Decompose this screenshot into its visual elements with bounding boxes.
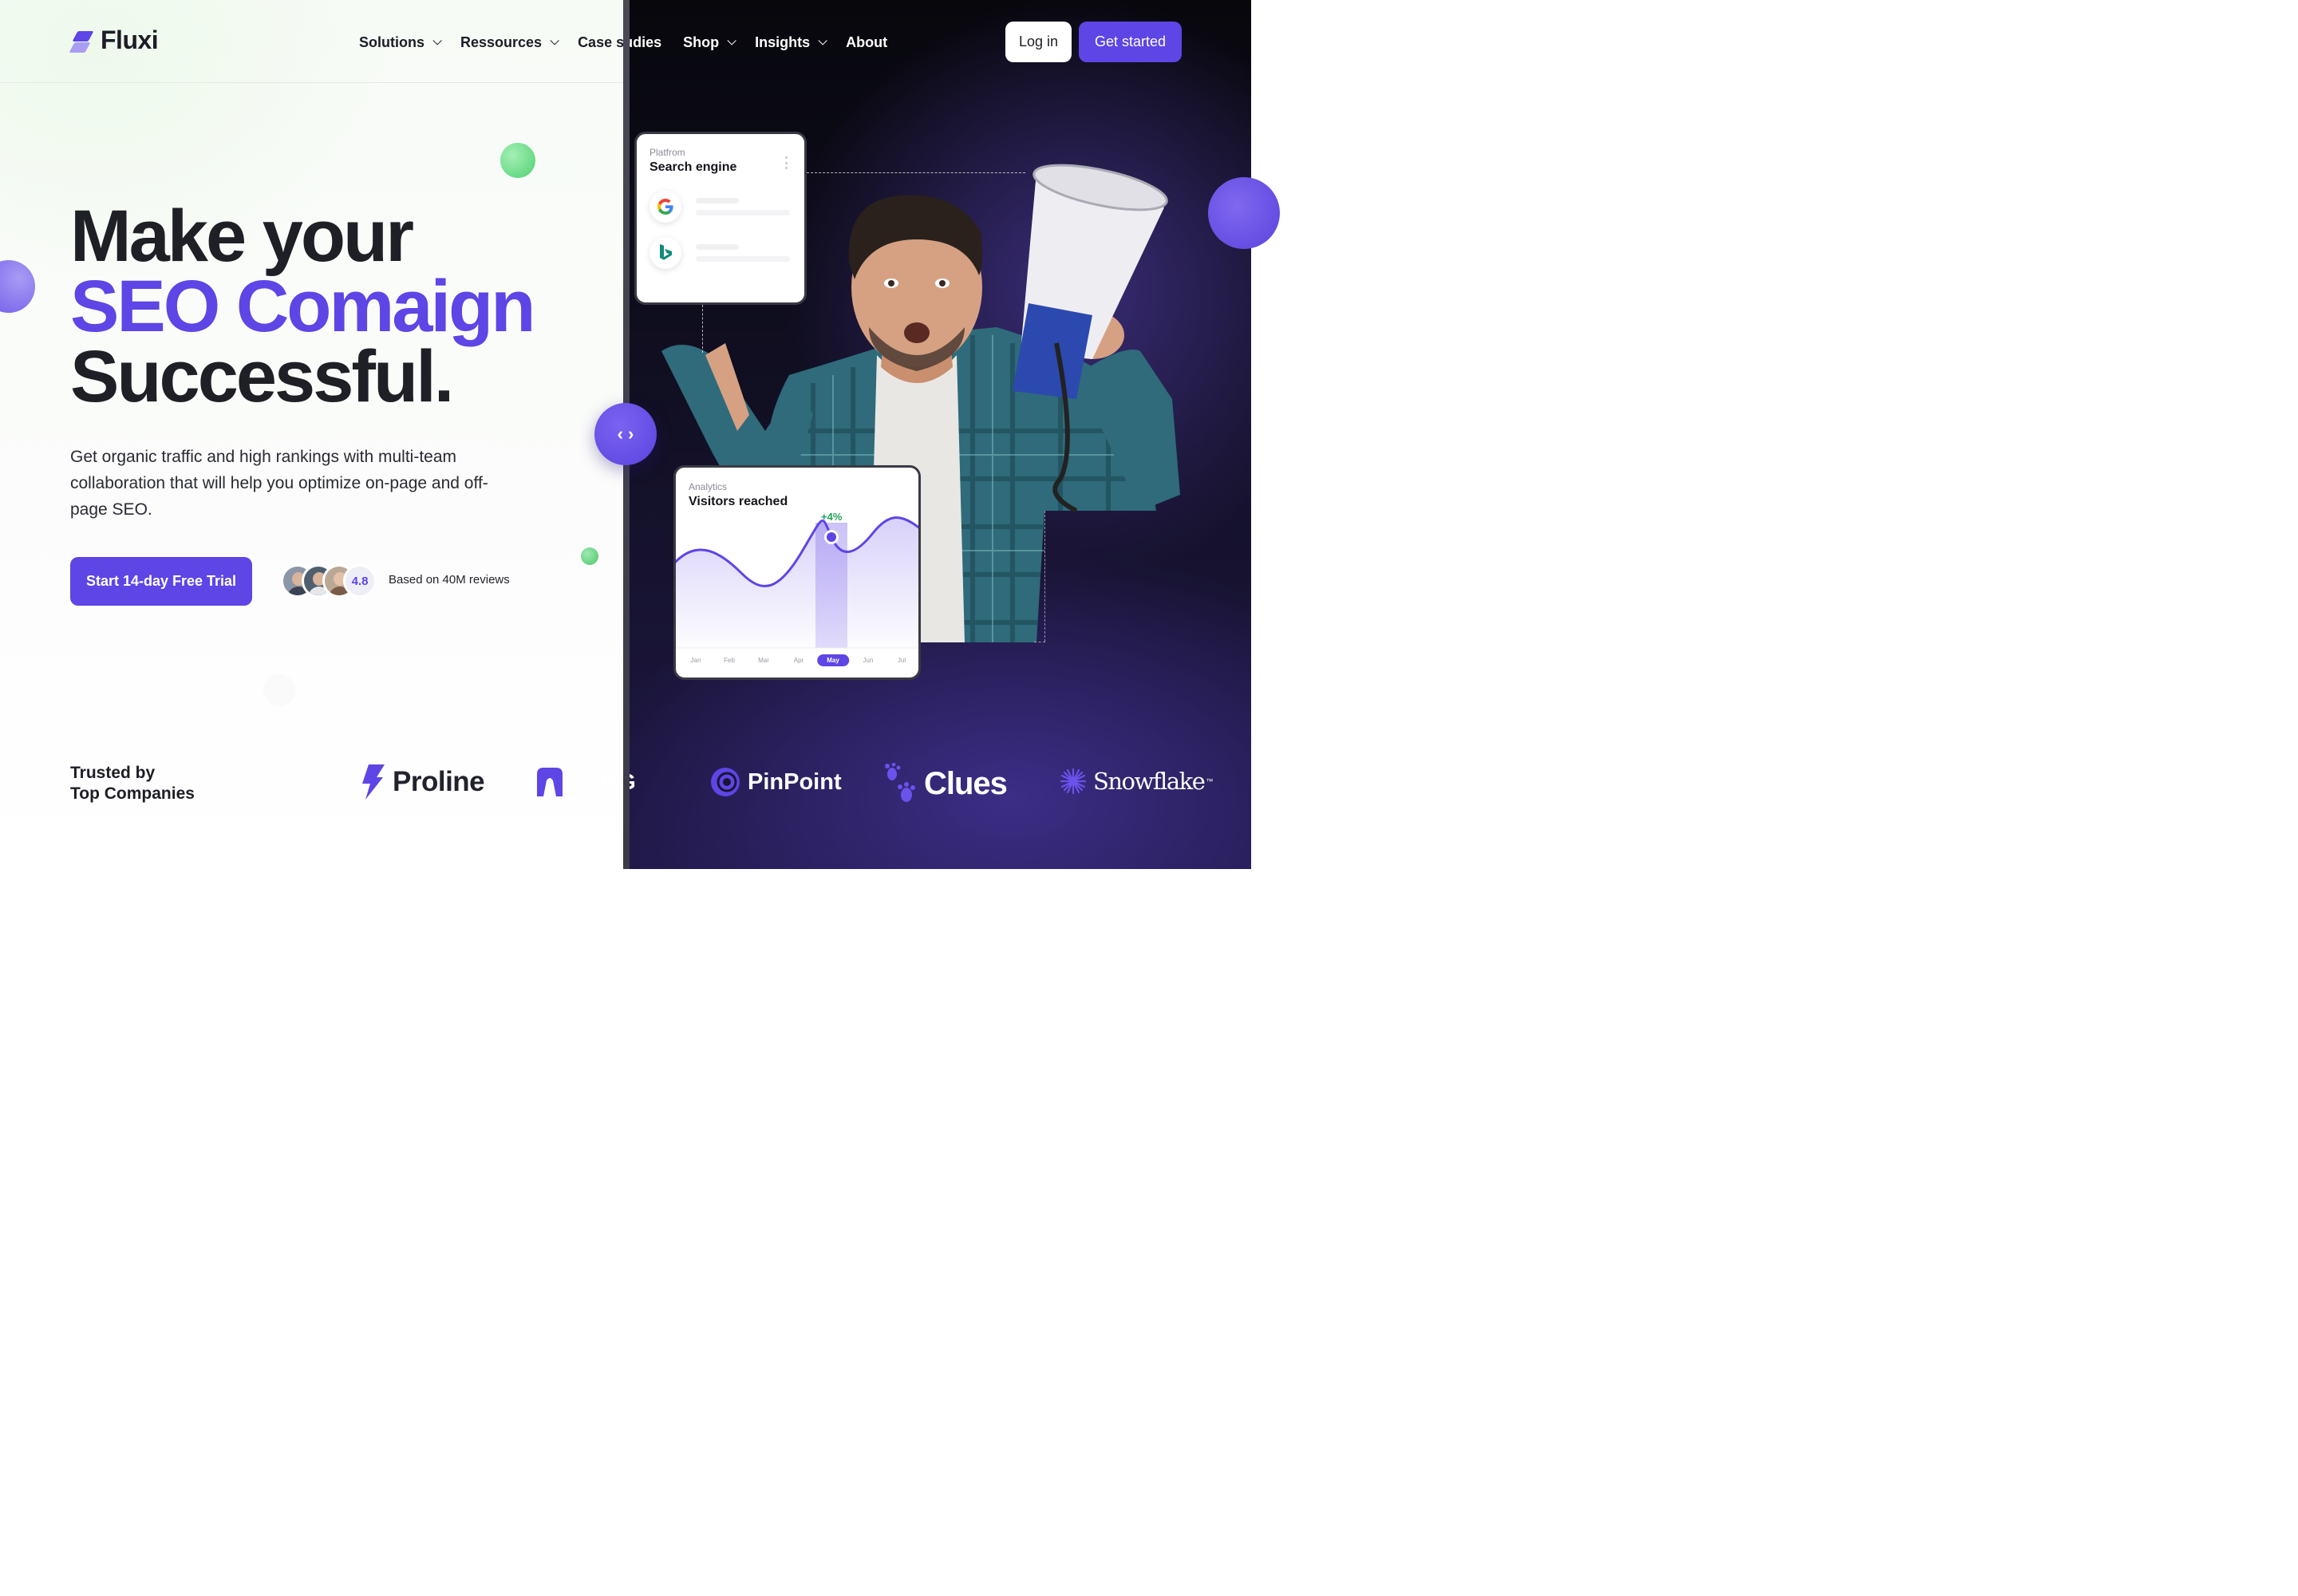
chevron-down-icon [432, 36, 442, 45]
visitors-line-chart [676, 516, 918, 649]
company-name: Proline [393, 766, 485, 797]
brand-name: Fluxi [101, 26, 159, 54]
code-brackets-icon: ‹ › [617, 424, 634, 444]
growth-label: +4% [821, 511, 843, 523]
placeholder-lines [696, 198, 790, 215]
decor-green-dot-small [581, 547, 598, 565]
get-started-button[interactable]: Get started [1079, 22, 1182, 62]
decor-green-dot [500, 143, 535, 178]
headline-line-1: Make your [70, 196, 414, 277]
nav-solutions-label: Solutions [359, 34, 424, 50]
light-theme-panel [0, 0, 623, 869]
connector-line [807, 172, 1025, 173]
rating-badge: 4.8 [343, 564, 377, 598]
bing-icon [650, 237, 681, 269]
headline-line-3: Successful. [70, 336, 454, 417]
reviews-count: Based on 40M reviews [389, 573, 510, 587]
card-label: Platfrom [650, 147, 685, 158]
nav-insights-label: Insights [755, 34, 811, 50]
more-vertical-icon[interactable] [785, 156, 788, 169]
month-tick[interactable]: Jan [691, 657, 701, 664]
connector-line [702, 305, 703, 353]
chevron-down-icon [550, 36, 559, 45]
proline-logo-icon [362, 764, 385, 800]
trusted-line-1: Trusted by [70, 764, 156, 782]
chevron-down-icon [727, 36, 736, 45]
connector-line [1044, 511, 1045, 642]
org-logo-icon [537, 768, 563, 796]
month-tick[interactable]: Apr [794, 657, 804, 664]
nav-case-studies-label: Case s [578, 34, 625, 50]
company-logo-pinpoint: PinPoint [709, 766, 842, 798]
main-nav: Solutions Ressources Case s udies Shop In… [359, 32, 909, 53]
reviewer-avatars: 4.8 [281, 564, 377, 598]
decor-purple-dot-right [1208, 177, 1280, 249]
trademark-symbol: ™ [1206, 777, 1214, 785]
company-logo-clues: Clues [884, 763, 1008, 804]
login-button[interactable]: Log in [1005, 22, 1072, 62]
hero-headline: Make your SEO Comaign Successful. [70, 196, 535, 417]
pinpoint-logo-icon [711, 768, 740, 796]
company-logo-snowflake: Snowflake ™ [1060, 768, 1213, 795]
company-logo-proline: Proline [359, 764, 485, 800]
nav-about[interactable]: About [846, 32, 887, 53]
month-tick-active[interactable]: May [817, 654, 849, 666]
nav-case-studies[interactable]: Case s udies [578, 32, 661, 53]
month-axis: Jan Feb Mar Apr May Jun Jul [676, 654, 918, 668]
decor-circle [263, 674, 295, 706]
chevron-down-icon [818, 36, 827, 45]
headline-line-2: SEO Comaign [70, 266, 535, 347]
engine-row-bing [650, 237, 792, 269]
search-engine-card: Platfrom Search engine [634, 132, 807, 305]
trusted-line-2: Top Companies [70, 784, 195, 803]
nav-ressources-label: Ressources [460, 34, 543, 50]
company-logo-org: ORG [534, 766, 637, 798]
company-name-light: RG [601, 769, 637, 794]
month-tick[interactable]: Feb [724, 657, 735, 664]
trusted-by-heading: Trusted by Top Companies [70, 763, 195, 804]
header-divider [0, 82, 623, 83]
nav-case-studies-label-light: udies [624, 34, 662, 50]
nav-shop-label: Shop [683, 34, 720, 50]
nav-about-label: About [846, 34, 888, 50]
month-tick[interactable]: Jul [898, 657, 906, 664]
nav-insights[interactable]: Insights [755, 32, 827, 53]
month-tick[interactable]: Mar [758, 657, 769, 664]
nav-shop[interactable]: Shop [683, 32, 736, 53]
fluxi-logo-icon [69, 29, 94, 53]
person-with-megaphone-image [661, 164, 1180, 642]
analytics-card: Analytics Visitors reached +4% Jan Feb M… [673, 465, 921, 680]
engine-row-google [650, 191, 792, 223]
card-title: Search engine [650, 160, 737, 174]
brand-logo[interactable]: Fluxi [69, 26, 159, 55]
company-name: Clues [924, 765, 1008, 801]
hero-subtext: Get organic traffic and high rankings wi… [70, 448, 488, 519]
nav-solutions[interactable]: Solutions [359, 32, 442, 53]
placeholder-lines [696, 244, 790, 262]
chart-area [676, 517, 918, 648]
free-trial-button[interactable]: Start 14-day Free Trial [70, 557, 252, 606]
snowflake-icon [1060, 768, 1087, 795]
company-name: PinPoint [748, 768, 842, 795]
paw-prints-icon [885, 763, 915, 802]
nav-ressources[interactable]: Ressources [460, 32, 559, 53]
google-icon [650, 191, 681, 223]
chart-point[interactable] [827, 532, 836, 542]
company-name: Snowflake [1093, 768, 1206, 795]
month-tick[interactable]: Jun [863, 657, 874, 664]
compare-slider-handle[interactable]: ‹ › [594, 403, 657, 465]
